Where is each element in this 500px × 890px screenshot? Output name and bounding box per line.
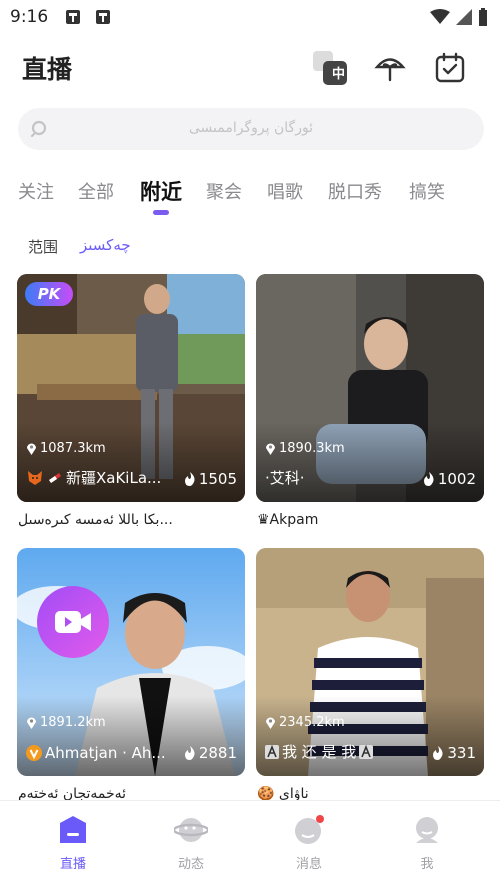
calendar-button[interactable] (430, 48, 470, 88)
signal-icon (456, 9, 472, 25)
card-shade (17, 422, 245, 502)
app-header: 直播 中 (0, 40, 500, 96)
tab-follow[interactable]: 关注 (18, 178, 54, 204)
tab-nearby[interactable]: 附近 (140, 176, 182, 206)
nav-label: 直播 (59, 857, 86, 872)
card-streamer: 我 还 是 我 (265, 741, 374, 762)
card-shade (256, 422, 484, 502)
nav-messages[interactable]: 消息 (269, 815, 349, 872)
card-streamer: 新疆XaKiLa... (26, 467, 161, 488)
card-views: 1002 (423, 470, 476, 488)
live-card[interactable]: PK 1087.3km 新疆XaKiLa... 1505 (17, 274, 245, 502)
status-time: 9:16 (10, 7, 49, 27)
live-card[interactable]: 1890.3km ·艾科· 1002 (256, 274, 484, 502)
distance-value: 1891.2km (40, 715, 106, 730)
video-call-icon (55, 611, 91, 633)
nav-label: 消息 (295, 857, 322, 872)
views-value: 2881 (198, 744, 237, 762)
tab-party[interactable]: 聚会 (206, 178, 242, 204)
battery-icon (479, 8, 487, 26)
status-bar: 9:16 (0, 0, 500, 36)
video-call-badge (37, 586, 109, 658)
bug-icon (96, 10, 110, 24)
v-badge-icon (26, 745, 42, 761)
location-pin-icon (27, 717, 36, 729)
streamer-name: ·艾科· (265, 469, 305, 487)
location-pin-icon (27, 443, 36, 455)
card-caption: بكا باللا ئەمسە كىرەسىل... (18, 512, 173, 528)
live-card[interactable]: 1891.2km Ahmatjan · Ah... 2881 (17, 548, 245, 776)
nav-live[interactable]: 直播 (33, 815, 113, 872)
tab-singing[interactable]: 唱歌 (267, 178, 303, 204)
tab-comedy[interactable]: 搞笑 (409, 178, 445, 204)
card-shade (17, 696, 245, 776)
nav-moments[interactable]: 动态 (151, 815, 231, 872)
search-placeholder: ئورگان پروگراممىسى (188, 120, 314, 136)
card-views: 2881 (184, 744, 237, 762)
fire-icon (433, 746, 443, 760)
translate-badge-label: 中 (332, 67, 346, 82)
active-tab-indicator (153, 210, 169, 215)
fire-icon (184, 472, 195, 486)
nav-label: 我 (420, 857, 434, 872)
distance-value: 1890.3km (279, 441, 345, 456)
calendar-check-icon (435, 52, 465, 83)
fire-icon (423, 472, 434, 486)
card-distance: 1087.3km (26, 441, 106, 456)
pk-badge: PK (25, 282, 73, 306)
fox-avatar-icon (28, 470, 42, 485)
letter-a-icon (265, 744, 279, 759)
letter-a-icon (359, 744, 374, 759)
live-card[interactable]: 2345.2km 我 还 是 我 331 (256, 548, 484, 776)
location-pin-icon (266, 443, 275, 455)
planet-icon (172, 818, 210, 842)
message-bubble-icon (295, 815, 324, 844)
streamer-name: Ahmatjan · Ah... (45, 744, 166, 762)
views-value: 1505 (198, 470, 237, 488)
status-right (430, 8, 488, 26)
wifi-icon (430, 9, 450, 24)
range-filter: 范围 چەكسىز (0, 234, 500, 260)
search-bar[interactable]: ئورگان پروگراممىسى (18, 108, 484, 150)
flag-icon (49, 472, 61, 483)
range-label: 范围 (28, 238, 59, 256)
card-shade (256, 696, 484, 776)
card-distance: 1891.2km (26, 715, 106, 730)
card-caption: ♛Akpam (257, 512, 319, 528)
card-distance: 1890.3km (265, 441, 345, 456)
card-streamer: ·艾科· (265, 467, 305, 488)
card-views: 331 (432, 744, 476, 762)
bug-icon (66, 10, 80, 24)
umbrella-icon (374, 58, 406, 82)
nav-me[interactable]: 我 (387, 815, 467, 872)
streamer-name: 我 还 是 我 (282, 743, 357, 761)
range-value[interactable]: چەكسىز (80, 236, 131, 254)
fire-icon (184, 746, 195, 760)
location-pin-icon (266, 717, 275, 729)
nav-label: 动态 (177, 857, 204, 872)
translate-button[interactable]: 中 (310, 48, 350, 88)
page-title: 直播 (22, 55, 73, 84)
card-streamer: Ahmatjan · Ah... (26, 744, 166, 762)
tab-all[interactable]: 全部 (78, 178, 114, 204)
card-views: 1505 (184, 470, 237, 488)
streamer-name: 新疆XaKiLa... (66, 469, 162, 487)
distance-value: 1087.3km (40, 441, 106, 456)
views-value: 331 (447, 744, 476, 762)
bottom-navigation: 直播 动态 消息 我 (0, 800, 500, 890)
umbrella-button[interactable] (370, 48, 410, 88)
category-tabs: 关注 全部 附近 聚会 唱歌 脱口秀 搞笑 (0, 172, 500, 216)
distance-value: 2345.2km (279, 715, 345, 730)
tab-talk-show[interactable]: 脱口秀 (328, 178, 382, 204)
live-home-icon (60, 816, 86, 843)
card-distance: 2345.2km (265, 715, 345, 730)
profile-icon (416, 817, 438, 843)
views-value: 1002 (437, 470, 476, 488)
